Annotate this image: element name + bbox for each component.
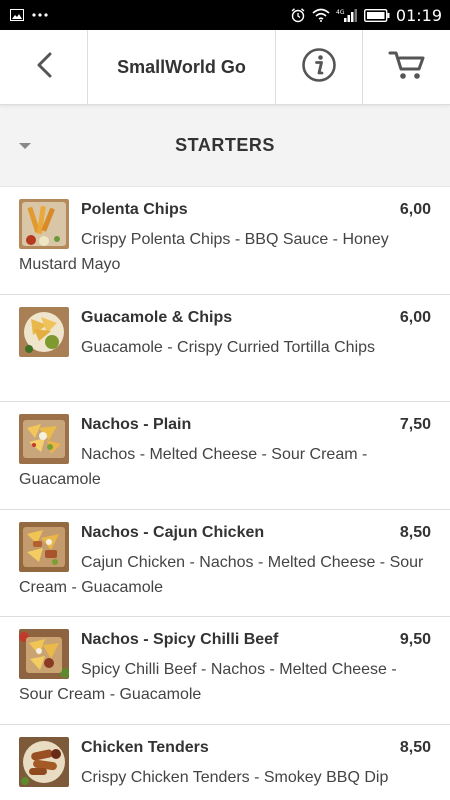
signal-icon: 4G [336,8,358,22]
item-thumbnail [19,629,69,679]
menu-item-polenta-chips[interactable]: Polenta Chips 6,00 Crispy Polenta Chips … [0,187,450,295]
menu-item-nachos-spicy-chilli-beef[interactable]: Nachos - Spicy Chilli Beef 9,50 Spicy Ch… [0,617,450,725]
menu-item-nachos-plain[interactable]: Nachos - Plain 7,50 Nachos - Melted Chee… [0,402,450,510]
battery-icon [363,8,390,22]
menu-item-chicken-tenders[interactable]: Chicken Tenders 8,50 Crispy Chicken Tend… [0,725,450,800]
item-name: Guacamole & Chips [81,308,233,326]
chevron-left-icon [36,52,52,83]
menu-list: Polenta Chips 6,00 Crispy Polenta Chips … [0,187,450,800]
item-price: 8,50 [399,523,431,541]
info-icon [301,47,337,88]
status-left [10,9,48,21]
image-icon [10,9,24,21]
item-price: 7,50 [399,416,431,433]
item-price: 6,00 [399,308,431,326]
category-header[interactable]: STARTERS [0,105,450,187]
item-thumbnail [19,199,69,249]
alarm-icon [290,7,306,23]
network-label: 4G [336,9,345,16]
page-title: SmallWorld Go [88,30,276,104]
menu-item-guacamole-chips[interactable]: Guacamole & Chips 6,00 Guacamole - Crisp… [0,295,450,402]
item-name: Nachos - Cajun Chicken [81,523,265,541]
item-description: Nachos - Melted Cheese - Sour Cream - Gu… [19,446,368,488]
item-thumbnail [19,414,69,464]
back-button[interactable] [0,30,88,104]
more-icon [32,13,48,17]
item-name: Nachos - Spicy Chilli Beef [81,631,279,648]
item-description: Cajun Chicken - Nachos - Melted Cheese -… [19,553,424,596]
item-price: 8,50 [399,738,431,756]
status-right: 4G 01:19 [290,6,442,25]
item-name: Nachos - Plain [81,416,192,433]
info-button[interactable] [276,30,363,104]
status-bar: 4G 01:19 [0,0,450,30]
category-title: STARTERS [175,135,275,155]
cart-icon [388,49,426,86]
cart-button[interactable] [363,30,450,104]
item-thumbnail [19,306,69,357]
item-name: Polenta Chips [81,201,188,218]
item-price: 9,50 [399,631,431,648]
menu-item-nachos-cajun-chicken[interactable]: Nachos - Cajun Chicken 8,50 Cajun Chicke… [0,510,450,617]
wifi-icon [312,8,330,22]
item-thumbnail [19,521,69,572]
item-description: Guacamole - Crispy Curried Tortilla Chip… [81,338,376,356]
item-description: Spicy Chilli Beef - Nachos - Melted Chee… [19,661,397,703]
caret-down-icon [19,143,31,149]
item-price: 6,00 [399,201,431,218]
item-description: Crispy Polenta Chips - BBQ Sauce - Honey… [19,231,389,273]
status-time: 01:19 [395,5,442,25]
item-description: Crispy Chicken Tenders - Smokey BBQ Dip [81,768,389,786]
app-header: SmallWorld Go [0,30,450,105]
item-name: Chicken Tenders [81,738,209,756]
item-thumbnail [19,736,69,787]
